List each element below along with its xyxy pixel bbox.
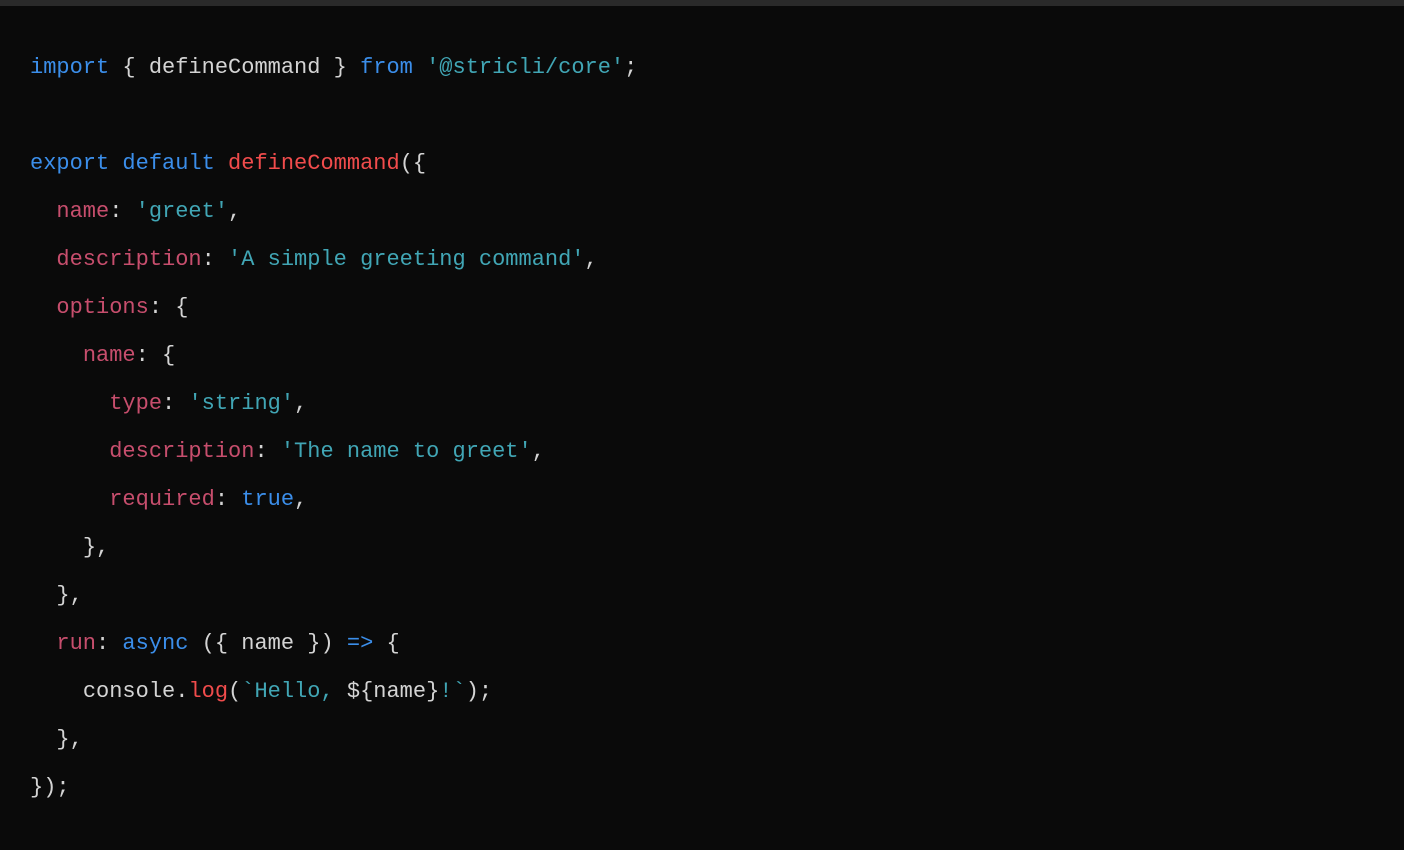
colon: : [202, 247, 228, 272]
interp-open: ${ [347, 679, 373, 704]
tmpl-hello: Hello, [254, 679, 346, 704]
dot: . [175, 679, 188, 704]
kw-import: import [30, 55, 109, 80]
colon: : [162, 391, 188, 416]
kw-async: async [122, 631, 188, 656]
line-16: }); [30, 775, 70, 800]
val-description: 'A simple greeting command' [228, 247, 584, 272]
comma: , [294, 391, 307, 416]
tmpl-bang: ! [439, 679, 452, 704]
backtick-open: ` [241, 679, 254, 704]
indent [30, 487, 109, 512]
val-true: true [241, 487, 294, 512]
colon-brace: : { [149, 295, 189, 320]
indent [30, 391, 109, 416]
comma: , [228, 199, 241, 224]
interp-close: } [426, 679, 439, 704]
kw-default: default [109, 151, 228, 176]
arrow: => [347, 631, 373, 656]
colon: : [96, 631, 122, 656]
line-5: description: 'A simple greeting command'… [30, 247, 598, 272]
line-1: import { defineCommand } from '@stricli/… [30, 55, 637, 80]
prop-description-inner: description [109, 439, 254, 464]
line-3: export default defineCommand({ [30, 151, 426, 176]
prop-type: type [109, 391, 162, 416]
colon: : [254, 439, 280, 464]
brace-close: } [320, 55, 360, 80]
val-name-to-greet: 'The name to greet' [281, 439, 532, 464]
paren-semi: ); [466, 679, 492, 704]
prop-options: options [56, 295, 148, 320]
import-symbol: defineCommand [149, 55, 321, 80]
close-brace-comma: }, [83, 535, 109, 560]
line-15: }, [30, 727, 83, 752]
line-7: name: { [30, 343, 175, 368]
val-greet: 'greet' [136, 199, 228, 224]
prop-name-inner: name [83, 343, 136, 368]
brace-open: { [373, 631, 399, 656]
val-string: 'string' [188, 391, 294, 416]
line-4: name: 'greet', [30, 199, 241, 224]
prop-name: name [56, 199, 109, 224]
import-path: '@stricli/core' [426, 55, 624, 80]
indent [30, 679, 83, 704]
line-9: description: 'The name to greet', [30, 439, 545, 464]
indent [30, 727, 56, 752]
prop-description: description [56, 247, 201, 272]
method-log: log [188, 679, 228, 704]
colon-brace: : { [136, 343, 176, 368]
indent [30, 631, 56, 656]
indent [30, 295, 56, 320]
indent [30, 535, 83, 560]
indent [30, 439, 109, 464]
kw-export: export [30, 151, 109, 176]
var-name: name [373, 679, 426, 704]
close-brace-comma: }, [56, 583, 82, 608]
colon: : [215, 487, 241, 512]
indent [30, 199, 56, 224]
comma: , [532, 439, 545, 464]
line-14: console.log(`Hello, ${name}!`); [30, 679, 492, 704]
kw-from: from [360, 55, 413, 80]
prop-run: run [56, 631, 96, 656]
space [413, 55, 426, 80]
backtick-close: ` [453, 679, 466, 704]
paren-open: ( [228, 679, 241, 704]
close-all: }); [30, 775, 70, 800]
line-12: }, [30, 583, 83, 608]
fn-defineCommand: defineCommand [228, 151, 400, 176]
line-6: options: { [30, 295, 188, 320]
line-10: required: true, [30, 487, 307, 512]
indent [30, 343, 83, 368]
comma: , [294, 487, 307, 512]
line-11: }, [30, 535, 109, 560]
line-8: type: 'string', [30, 391, 307, 416]
comma: , [585, 247, 598, 272]
indent [30, 247, 56, 272]
semicolon: ; [624, 55, 637, 80]
arrow-params: ({ name }) [188, 631, 346, 656]
prop-required: required [109, 487, 215, 512]
colon: : [109, 199, 135, 224]
paren-brace-open: ({ [400, 151, 426, 176]
indent [30, 583, 56, 608]
line-13: run: async ({ name }) => { [30, 631, 400, 656]
obj-console: console [83, 679, 175, 704]
brace-open: { [109, 55, 149, 80]
code-block: import { defineCommand } from '@stricli/… [0, 6, 1404, 850]
close-brace-comma: }, [56, 727, 82, 752]
